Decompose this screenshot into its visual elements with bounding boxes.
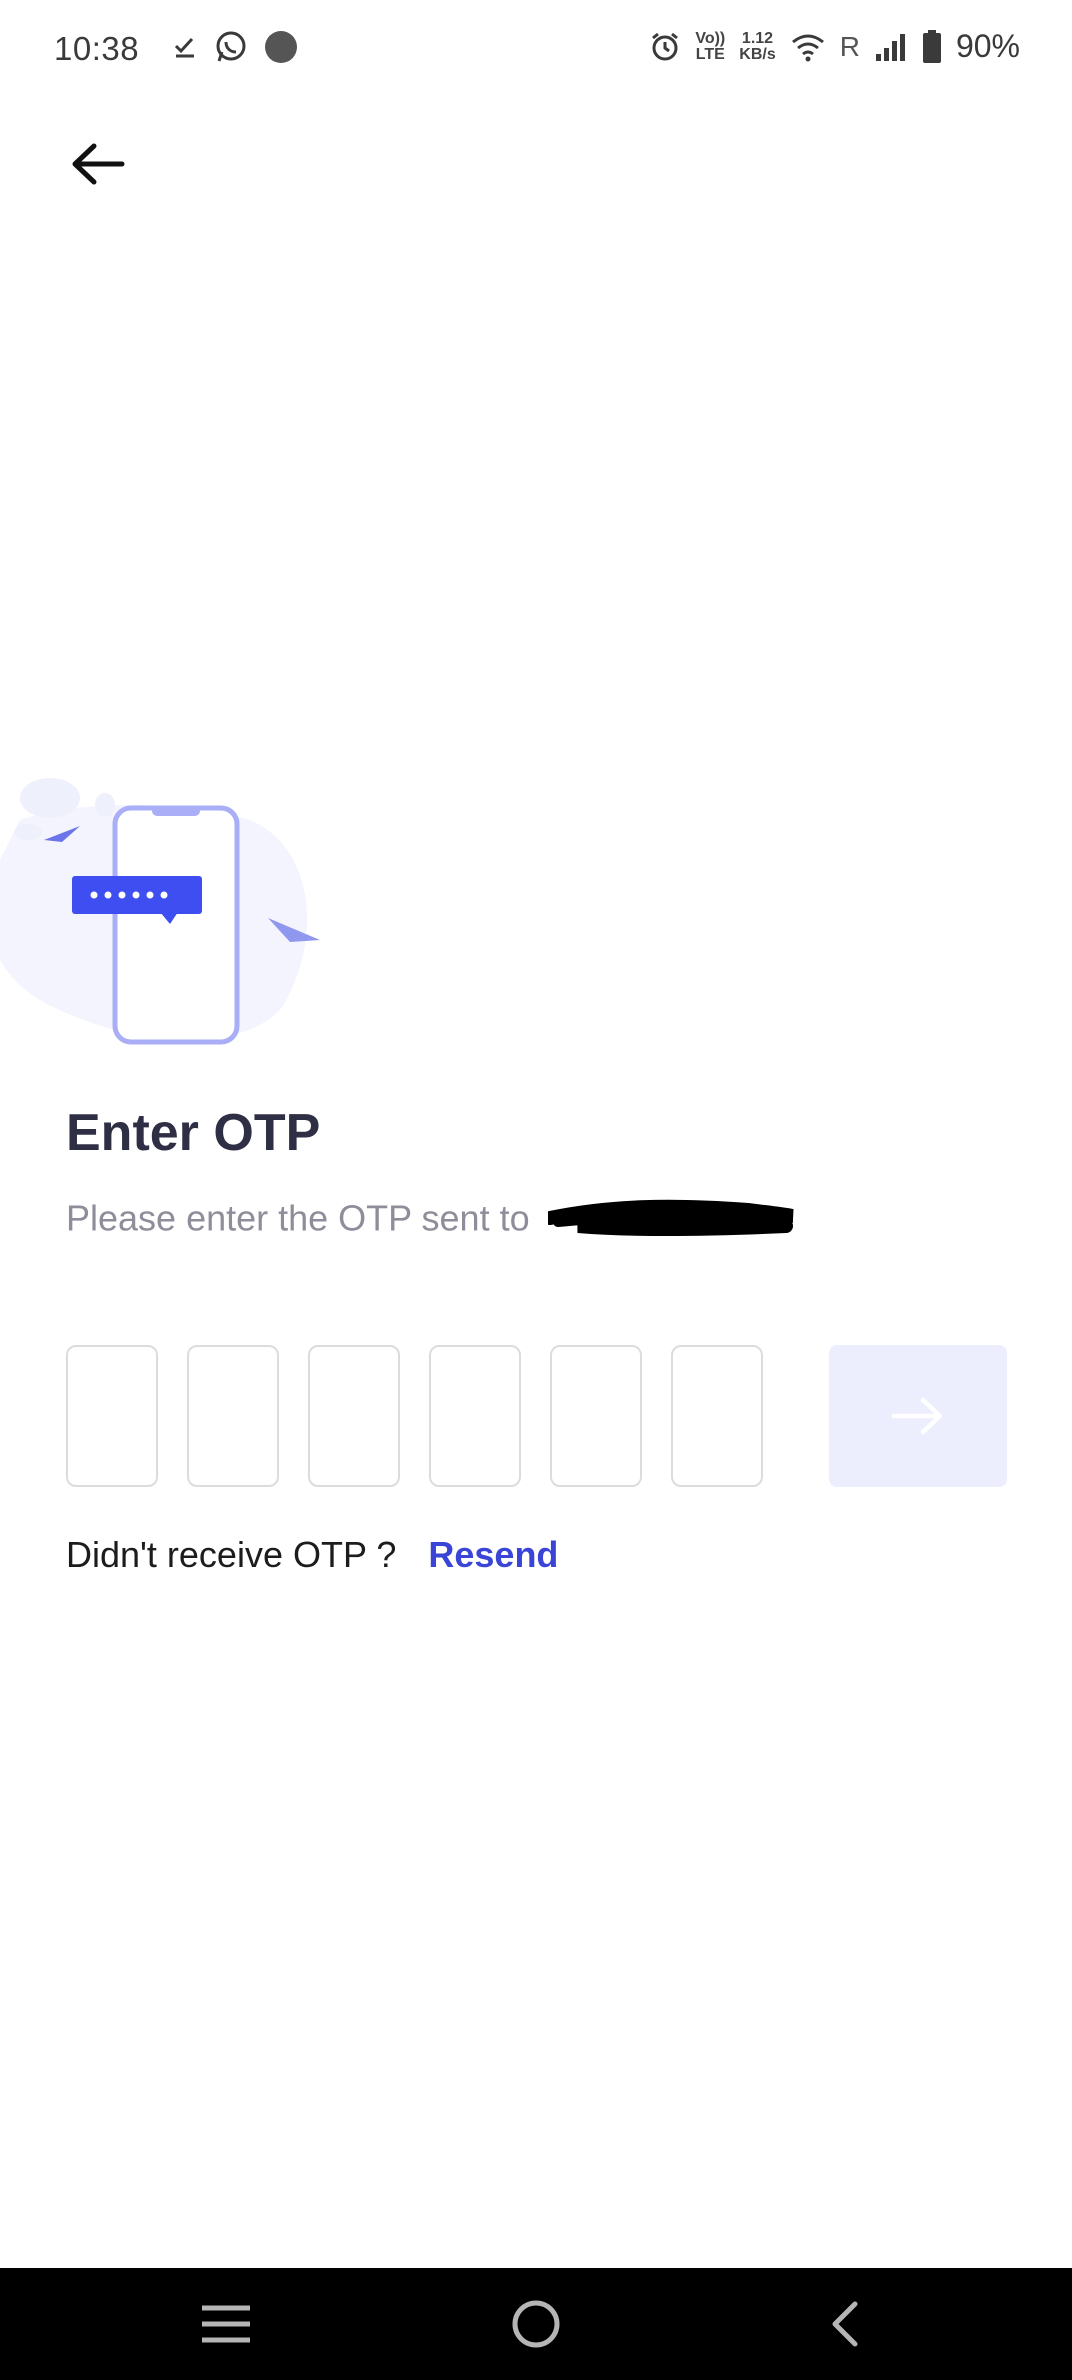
nav-home-button[interactable]	[506, 2296, 566, 2352]
otp-phone-illustration	[0, 778, 320, 1045]
status-bar: 10:38 Vo)) LTE 1.12 KB/s R 90%	[0, 0, 1072, 100]
otp-digit-6[interactable]	[671, 1345, 763, 1487]
otp-digit-2[interactable]	[187, 1345, 279, 1487]
illustration-splash	[20, 778, 80, 818]
record-dot-icon	[265, 31, 297, 63]
battery-icon	[922, 29, 941, 63]
wifi-icon	[791, 34, 824, 61]
otp-digit-3[interactable]	[308, 1345, 400, 1487]
otp-digit-1[interactable]	[66, 1345, 158, 1487]
otp-input-row	[66, 1345, 792, 1487]
resend-link[interactable]: Resend	[428, 1534, 558, 1575]
redacted-phone-number	[547, 1199, 794, 1236]
nav-back-button[interactable]	[814, 2296, 874, 2352]
back-button[interactable]	[62, 128, 134, 200]
data-speed-value: 1.12	[741, 29, 774, 47]
resend-prompt: Didn't receive OTP ?	[66, 1534, 397, 1575]
volte-bottom-text: LTE	[695, 45, 725, 63]
roaming-indicator: R	[839, 30, 860, 62]
phone-notch	[152, 806, 200, 816]
system-icons: Vo)) LTE 1.12 KB/s R 90%	[649, 28, 1020, 65]
submit-otp-button[interactable]	[829, 1345, 1007, 1487]
nav-recents-button[interactable]	[196, 2296, 256, 2352]
circle-icon	[512, 2300, 560, 2348]
arrow-left-icon	[72, 143, 125, 185]
data-speed-unit: KB/s	[739, 45, 776, 63]
otp-subtitle: Please enter the OTP sent to	[66, 1196, 794, 1246]
page-title: Enter OTP	[66, 1104, 321, 1162]
signal-icon	[875, 33, 905, 61]
download-done-icon	[174, 37, 194, 58]
chevron-left-icon	[832, 2301, 858, 2347]
phone-body	[112, 805, 240, 1045]
menu-icon	[202, 2305, 250, 2343]
otp-digit-4[interactable]	[429, 1345, 521, 1487]
volte-icon: Vo)) LTE	[695, 29, 726, 63]
otp-subtitle-text: Please enter the OTP sent to	[66, 1197, 530, 1239]
data-speed: 1.12 KB/s	[739, 29, 776, 63]
status-time: 10:38	[54, 30, 140, 67]
arrow-right-icon	[891, 1397, 943, 1435]
battery-percent: 90%	[955, 28, 1020, 64]
notification-icons	[172, 30, 298, 64]
whatsapp-icon	[216, 31, 246, 62]
volte-top-text: Vo))	[695, 29, 726, 47]
system-navigation-bar	[0, 2268, 1072, 2380]
resend-row: Didn't receive OTP ? Resend	[66, 1534, 558, 1576]
alarm-icon	[652, 32, 679, 60]
otp-digit-5[interactable]	[550, 1345, 642, 1487]
